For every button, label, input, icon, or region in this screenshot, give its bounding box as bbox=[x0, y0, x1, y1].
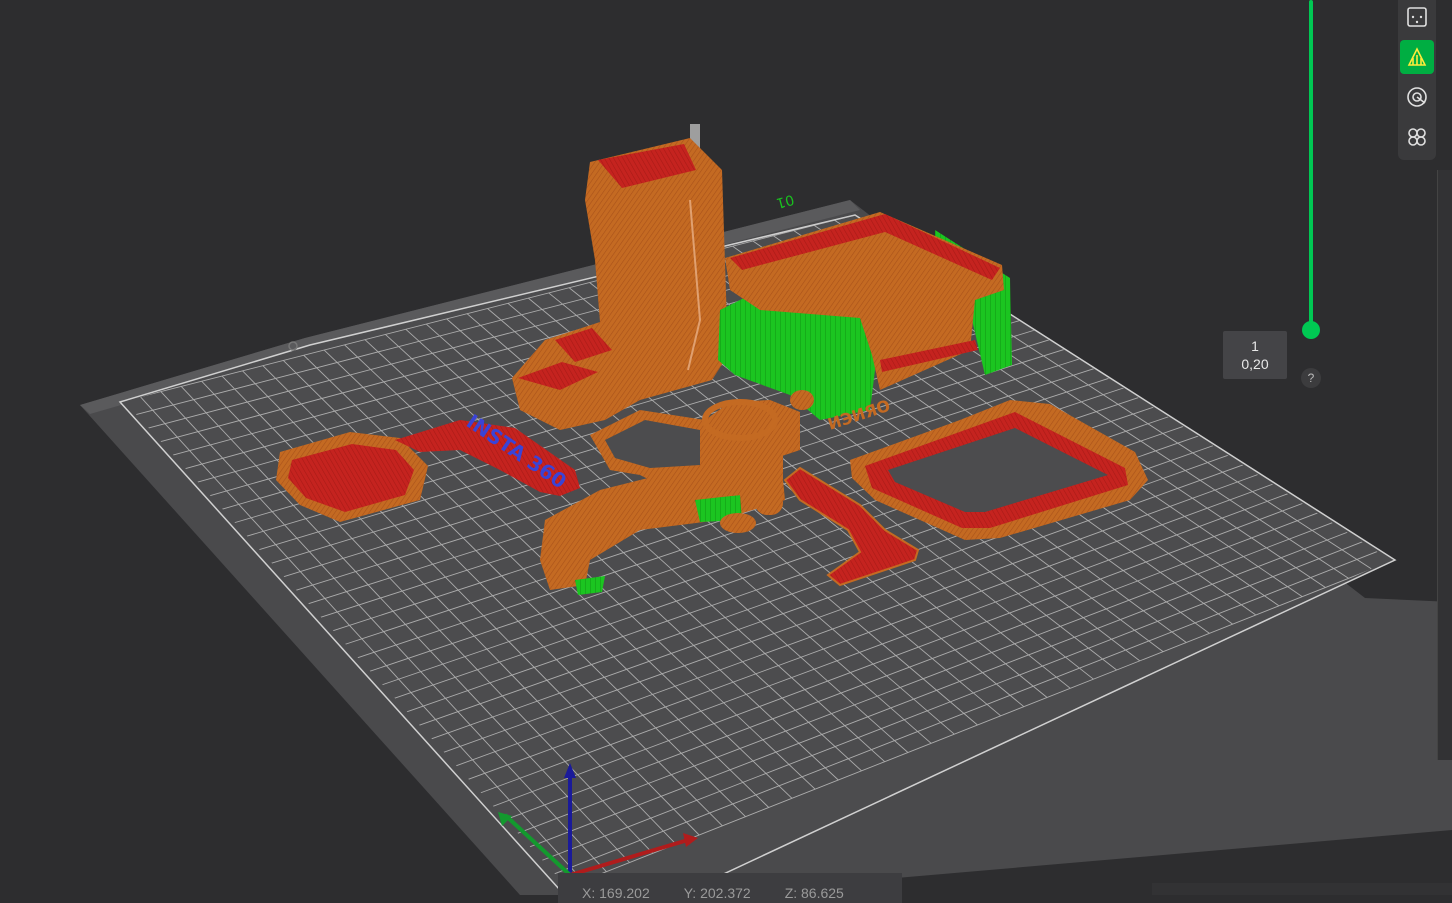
layer-slider-track[interactable] bbox=[1309, 0, 1313, 330]
object-tall-bracket[interactable] bbox=[512, 124, 728, 430]
seam-paint-button[interactable] bbox=[1400, 80, 1434, 114]
seam-paint-icon bbox=[1407, 87, 1427, 107]
support-paint-button[interactable] bbox=[1400, 40, 1434, 74]
layer-height: 0,20 bbox=[1241, 356, 1269, 372]
coordinate-readout: X: 169.202 Y: 202.372 Z: 86.625 bbox=[558, 873, 902, 903]
fuzzy-skin-icon bbox=[1408, 128, 1426, 146]
layer-info-box: 1 0,20 bbox=[1223, 331, 1287, 379]
layer-number: 1 bbox=[1251, 338, 1259, 354]
help-button[interactable]: ? bbox=[1301, 368, 1321, 388]
3d-viewport[interactable]: 01 INSTA 360 ИЭИЯО bbox=[0, 0, 1452, 895]
coord-y: Y: 202.372 bbox=[683, 885, 751, 901]
right-panel-edge bbox=[1437, 170, 1452, 760]
coord-z: Z: 86.625 bbox=[784, 885, 844, 901]
layout-icon bbox=[1407, 7, 1427, 27]
fuzzy-skin-button[interactable] bbox=[1400, 120, 1434, 154]
paint-toolbar bbox=[1398, 0, 1436, 160]
bottom-panel-edge bbox=[1152, 883, 1452, 895]
layout-button[interactable] bbox=[1400, 0, 1434, 34]
plate-number-label: 01 bbox=[774, 191, 795, 211]
layer-slider-handle[interactable] bbox=[1302, 321, 1320, 339]
coord-x: X: 169.202 bbox=[582, 885, 650, 901]
support-paint-icon bbox=[1407, 47, 1427, 66]
